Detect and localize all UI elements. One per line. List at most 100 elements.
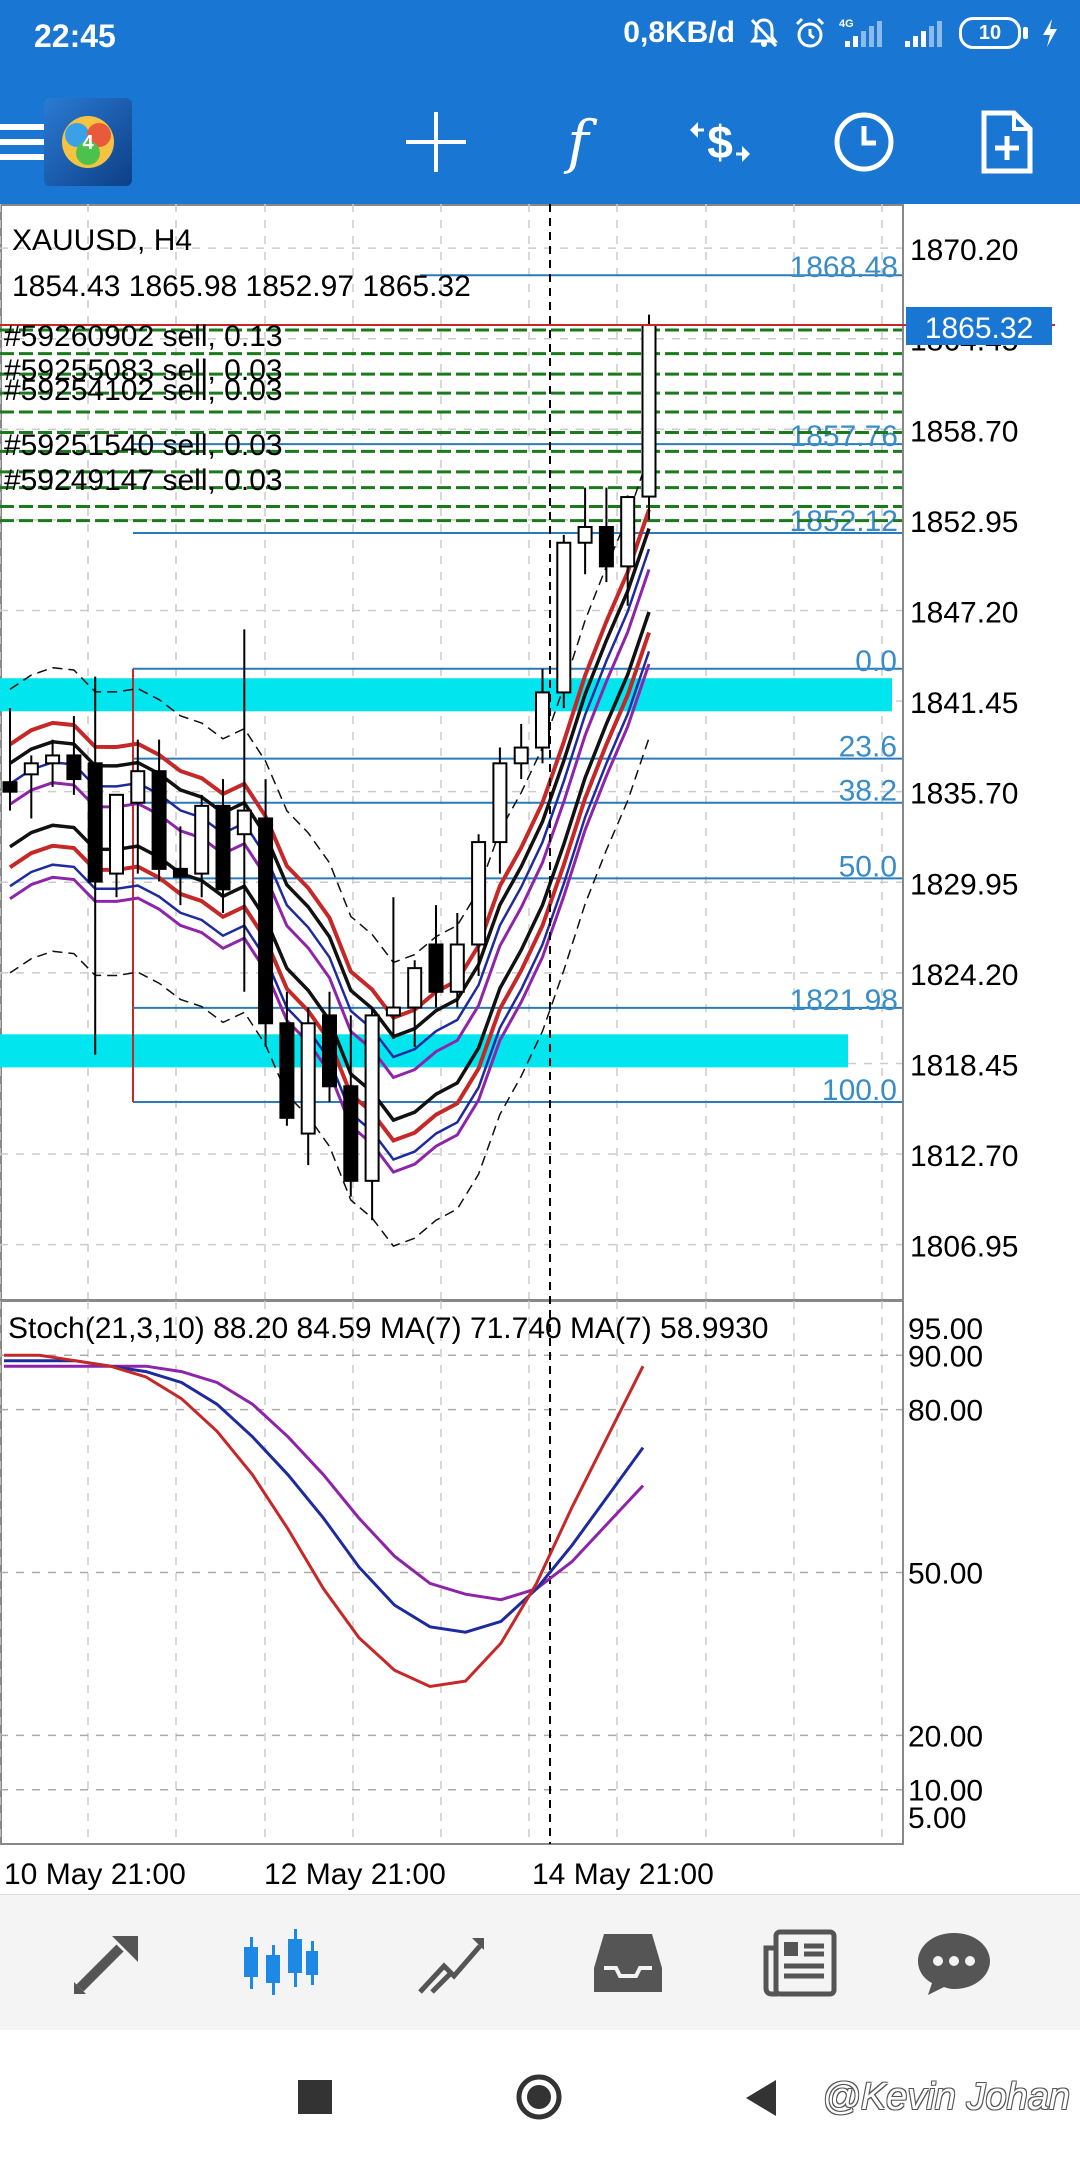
candle <box>620 496 636 568</box>
stoch-axis-label: 80.00 <box>908 1395 983 1428</box>
chart-symbol: XAUUSD, H4 <box>12 224 193 257</box>
candle <box>194 804 210 875</box>
candle <box>236 809 252 836</box>
stoch-axis-label: 20.00 <box>908 1720 983 1753</box>
news-icon[interactable] <box>750 1915 850 2011</box>
candle <box>172 867 188 878</box>
watermark: @Kevin Johan <box>822 2076 1070 2118</box>
fibo-level-label: 100.0 <box>822 1074 897 1107</box>
app-logo-icon[interactable]: 4 <box>44 98 132 186</box>
candle <box>130 770 146 804</box>
ohlc-values: 1854.43 1865.98 1852.97 1865.32 <box>12 270 471 303</box>
candle <box>87 762 103 883</box>
price-axis-label: 1835.70 <box>910 778 1018 811</box>
candle <box>449 943 465 993</box>
timeframe-icon[interactable] <box>816 94 912 190</box>
candle <box>492 762 508 844</box>
back-button[interactable] <box>742 2078 782 2118</box>
time-axis-label: 14 May 21:00 <box>532 1858 714 1891</box>
candle <box>23 762 39 776</box>
order-label[interactable]: #59249147 sell, 0.03 <box>4 464 283 498</box>
candle <box>279 1022 295 1119</box>
price-axis-label: 1870.20 <box>910 234 1018 267</box>
fibo-level-label: 50.0 <box>839 850 897 883</box>
status-bar: 22:45 0,8KB/d 4G 10 <box>0 0 1080 80</box>
stoch-main-line <box>4 1353 645 1689</box>
candle <box>364 1014 380 1182</box>
candle <box>577 525 593 544</box>
signal-icon <box>903 17 947 49</box>
mute-bell-icon <box>747 16 781 50</box>
candle <box>300 1022 316 1135</box>
price-axis-label: 1847.20 <box>910 596 1018 629</box>
data-rate: 0,8KB/d <box>623 16 735 49</box>
price-level-label: 1857.76 <box>790 420 898 453</box>
order-label[interactable]: #59254102 sell, 0.03 <box>4 374 283 408</box>
chat-icon[interactable] <box>904 1915 1004 2011</box>
candle <box>556 541 572 694</box>
candle <box>343 1085 359 1182</box>
bottom-nav <box>0 1894 1080 2031</box>
trade-icon[interactable] <box>402 1915 502 2011</box>
chart-icon[interactable] <box>230 1915 330 2011</box>
price-axis-label: 1858.70 <box>910 415 1018 448</box>
order-label[interactable]: #59251540 sell, 0.03 <box>4 429 283 463</box>
candle <box>45 754 61 765</box>
candle <box>598 525 614 568</box>
stoch-signal-line <box>4 1359 645 1634</box>
candle <box>385 1006 401 1017</box>
home-button[interactable] <box>515 2073 563 2121</box>
charging-icon <box>1040 17 1060 49</box>
new-order-icon[interactable] <box>958 94 1054 190</box>
time-axis-label: 12 May 21:00 <box>264 1858 446 1891</box>
stoch-axis-label: 5.00 <box>908 1802 966 1835</box>
price-axis-label: 1824.20 <box>910 959 1018 992</box>
svg-text:$: $ <box>707 116 733 168</box>
order-label[interactable]: #59260902 sell, 0.13 <box>4 320 283 354</box>
svg-text:4G: 4G <box>839 18 854 30</box>
signal-4g-icon: 4G <box>839 17 891 49</box>
fibo-level-label: 0.0 <box>855 645 897 678</box>
candle <box>428 943 444 993</box>
crosshair-icon[interactable] <box>388 94 484 190</box>
time-axis-label: 10 May 21:00 <box>4 1858 186 1891</box>
candle <box>2 781 18 793</box>
candle <box>407 967 423 1009</box>
stoch-ma-line <box>4 1364 645 1602</box>
battery-icon: 10 <box>959 17 1028 49</box>
price-level-label: 1868.48 <box>790 251 898 284</box>
price-axis-label: 1829.95 <box>910 868 1018 901</box>
price-axis-label: 1841.45 <box>910 687 1018 720</box>
history-icon[interactable] <box>578 1915 678 2011</box>
price-axis-label: 1818.45 <box>910 1049 1018 1082</box>
indicators-icon[interactable]: f <box>530 94 626 190</box>
svg-text:f: f <box>563 110 598 174</box>
system-nav: @Kevin Johan <box>0 2030 1080 2160</box>
alarm-icon <box>793 16 827 50</box>
candle <box>151 770 167 870</box>
recent-apps-button[interactable] <box>298 2080 332 2114</box>
price-level-label: 1821.98 <box>790 984 898 1017</box>
candle <box>258 817 274 1025</box>
fibo-level-label: 38.2 <box>839 775 897 808</box>
candle <box>641 324 657 498</box>
svg-text:4: 4 <box>82 132 94 154</box>
candle <box>535 691 550 749</box>
stoch-axis-label: 90.00 <box>908 1340 983 1373</box>
chart-area[interactable]: 1870.201864.451858.701852.951847.201841.… <box>0 204 1080 1894</box>
price-axis-label: 1852.95 <box>910 506 1018 539</box>
candle <box>513 746 529 765</box>
price-axis-label: 1812.70 <box>910 1140 1018 1173</box>
candle <box>66 754 82 781</box>
candle <box>215 804 231 891</box>
trade-icon[interactable]: $ <box>672 94 768 190</box>
stoch-axis-label: 50.00 <box>908 1558 983 1591</box>
top-toolbar: 4 f $ <box>0 80 1080 204</box>
current-price-label: 1865.32 <box>925 312 1033 345</box>
candle <box>109 793 124 875</box>
quotes-icon[interactable] <box>58 1915 158 2011</box>
fibo-level-label: 23.6 <box>839 731 897 764</box>
candle <box>471 841 487 946</box>
candle <box>322 1014 337 1088</box>
stochastic-label: Stoch(21,3,10) 88.20 84.59 MA(7) 71.740 … <box>8 1312 769 1345</box>
